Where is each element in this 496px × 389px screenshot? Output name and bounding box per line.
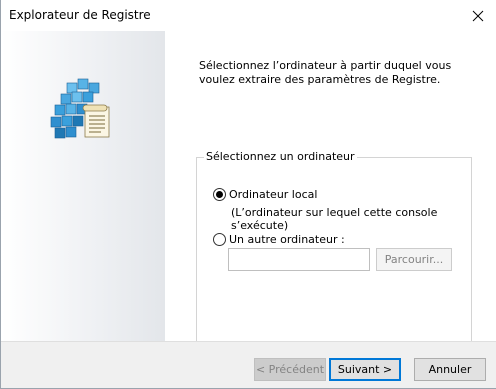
other-computer-option[interactable]: Un autre ordinateur : <box>213 233 345 246</box>
intro-instruction: Sélectionnez l’ordinateur à partir duque… <box>199 59 452 86</box>
back-button[interactable]: < Précédent <box>254 358 326 381</box>
other-computer-input[interactable] <box>228 248 370 271</box>
close-icon <box>472 10 484 21</box>
registry-browser-dialog: Explorateur de Registre Sélectionnez l’o… <box>0 0 496 389</box>
other-computer-radio[interactable] <box>213 233 226 246</box>
title-bar: Explorateur de Registre <box>1 0 496 31</box>
cancel-button[interactable]: Annuler <box>414 358 486 381</box>
browse-button[interactable]: Parcourir... <box>376 248 452 271</box>
wizard-footer: < Précédent Suivant > Annuler <box>1 341 496 388</box>
other-computer-label: Un autre ordinateur : <box>229 233 345 246</box>
local-computer-radio[interactable] <box>213 188 226 201</box>
window-title: Explorateur de Registre <box>9 8 151 22</box>
close-button[interactable] <box>460 0 496 31</box>
group-legend: Sélectionnez un ordinateur <box>204 150 357 163</box>
registry-wizard-icon <box>50 78 110 139</box>
local-computer-description: (L’ordinateur sur lequel cette console s… <box>231 206 438 232</box>
local-computer-label: Ordinateur local <box>229 188 318 201</box>
wizard-side-panel <box>1 31 165 341</box>
next-button[interactable]: Suivant > <box>329 358 401 381</box>
local-computer-option[interactable]: Ordinateur local <box>213 188 317 201</box>
